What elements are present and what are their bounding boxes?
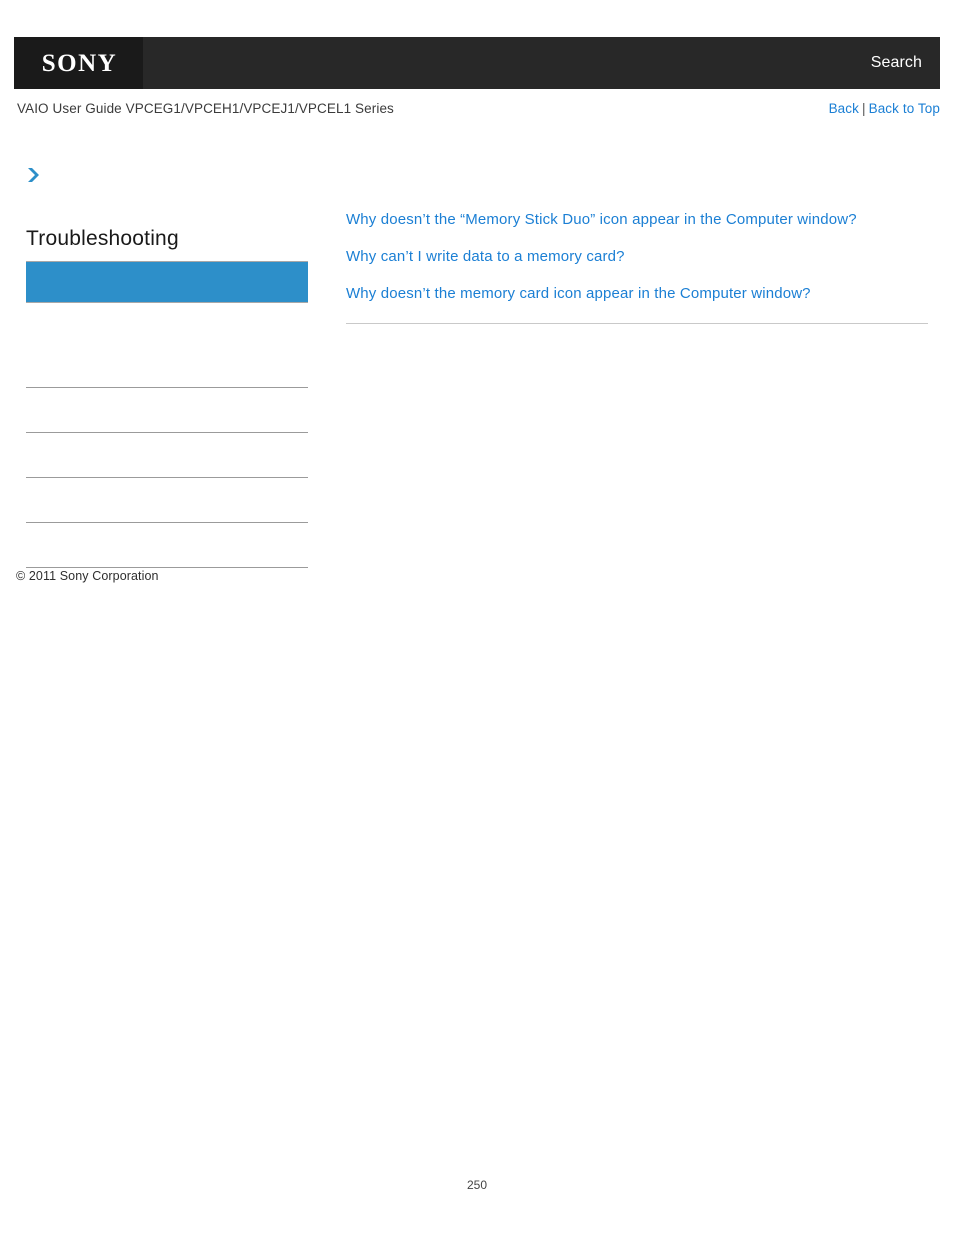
sidebar-item-4[interactable] <box>26 478 308 523</box>
chevron-right-icon[interactable] <box>27 166 43 184</box>
nav-separator: | <box>861 101 866 116</box>
sidebar-item-active[interactable] <box>26 261 308 303</box>
site-header: SONY Search <box>14 37 940 89</box>
faq-link-2[interactable]: Why can’t I write data to a memory card? <box>346 249 928 264</box>
faq-link-3[interactable]: Why doesn’t the memory card icon appear … <box>346 286 928 301</box>
sidebar-item-5[interactable] <box>26 523 308 568</box>
page-title: VAIO User Guide VPCEG1/VPCEH1/VPCEJ1/VPC… <box>17 101 394 116</box>
faq-link-1[interactable]: Why doesn’t the “Memory Stick Duo” icon … <box>346 212 928 227</box>
sidebar: Troubleshooting <box>26 166 308 568</box>
sidebar-item-3[interactable] <box>26 433 308 478</box>
header-nav-links: Back | Back to Top <box>829 101 940 116</box>
back-link[interactable]: Back <box>829 101 859 116</box>
content-divider <box>346 323 928 324</box>
sidebar-heading: Troubleshooting <box>26 227 179 250</box>
main-content: Why doesn’t the “Memory Stick Duo” icon … <box>346 212 928 324</box>
sony-logo-block[interactable]: SONY <box>14 37 143 89</box>
page-number: 250 <box>466 1178 488 1192</box>
back-to-top-link[interactable]: Back to Top <box>869 101 940 116</box>
titlebar: VAIO User Guide VPCEG1/VPCEH1/VPCEJ1/VPC… <box>14 101 940 123</box>
sidebar-item-2[interactable] <box>26 388 308 433</box>
copyright-notice: © 2011 Sony Corporation <box>16 569 159 583</box>
search-link[interactable]: Search <box>871 54 940 72</box>
sidebar-item-1[interactable] <box>26 343 308 388</box>
sony-logo: SONY <box>41 49 118 77</box>
